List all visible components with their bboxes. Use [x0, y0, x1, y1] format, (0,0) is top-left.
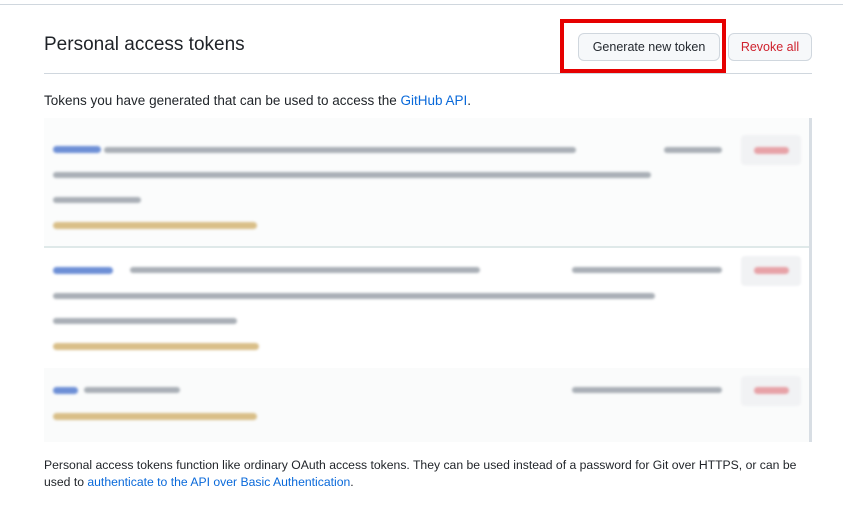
token-delete-button[interactable]	[754, 267, 789, 274]
token-scopes-text	[53, 197, 141, 203]
token-name-link[interactable]	[53, 267, 113, 274]
token-name-link[interactable]	[53, 387, 78, 394]
top-divider	[0, 4, 843, 5]
header-divider	[44, 73, 812, 74]
token-last-used	[572, 267, 722, 273]
token-item	[44, 118, 809, 248]
token-expiry-warning	[53, 222, 257, 229]
basic-auth-link[interactable]: authenticate to the API over Basic Authe…	[87, 475, 350, 489]
token-scopes-text	[104, 147, 576, 153]
footer-text-suffix: .	[350, 475, 354, 489]
intro-text-suffix: .	[467, 93, 472, 108]
page-title: Personal access tokens	[44, 34, 245, 55]
token-expiry-warning	[53, 343, 259, 350]
token-name-link[interactable]	[53, 146, 101, 153]
token-delete-button[interactable]	[754, 147, 789, 154]
github-api-link[interactable]: GitHub API	[401, 93, 468, 108]
token-scopes-text	[53, 172, 651, 178]
intro-text: Tokens you have generated that can be us…	[44, 93, 471, 108]
token-scopes-text	[84, 387, 180, 393]
token-last-used	[572, 387, 722, 393]
token-list	[44, 118, 812, 442]
footer-text: Personal access tokens function like ord…	[44, 457, 819, 491]
token-last-used	[664, 147, 722, 153]
intro-text-body: Tokens you have generated that can be us…	[44, 93, 401, 108]
token-scopes-text	[53, 293, 655, 299]
token-expiry-warning	[53, 413, 257, 420]
token-scopes-text	[53, 318, 237, 324]
generate-new-token-button[interactable]: Generate new token	[578, 33, 720, 61]
token-scopes-text	[130, 267, 480, 273]
token-delete-button[interactable]	[754, 387, 789, 394]
token-item	[44, 368, 809, 442]
revoke-all-button[interactable]: Revoke all	[728, 33, 812, 61]
token-item	[44, 248, 809, 368]
